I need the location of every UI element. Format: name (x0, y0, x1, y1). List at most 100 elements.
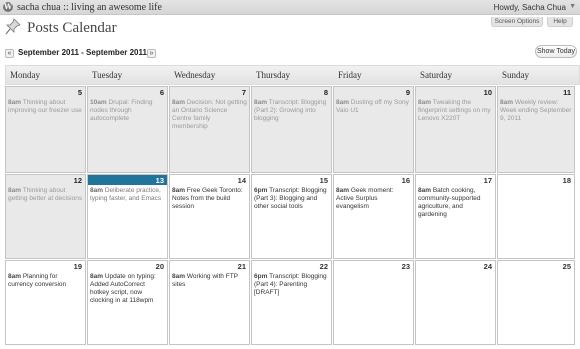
calendar-day-cell[interactable]: 5 8am Thinking about improving our freeze… (5, 86, 86, 173)
calendar-day-cell[interactable]: 17 8am Batch cooking, community-supported… (415, 174, 496, 259)
post-list: 6pm Transcript: Blogging (Part 4): Paren… (254, 273, 329, 298)
scheduled-post[interactable]: 8am Deliberate practice, typing faster, … (90, 187, 165, 203)
calendar-day-cell[interactable]: 20 8am Update on typing: Added AutoCorrec… (87, 260, 168, 345)
admin-bar: W sacha chua :: living an awesome life H… (0, 0, 580, 15)
day-number: 18 (562, 176, 571, 185)
post-list: 8am Thinking about improving our freezer… (8, 99, 83, 116)
day-number: 20 (155, 262, 164, 271)
post-time: 8am (90, 273, 104, 280)
chevron-down-icon[interactable]: ▼ (569, 3, 576, 10)
post-time: 8am (172, 187, 186, 194)
scheduled-post[interactable]: 8am Transcript: Blogging (Part 2): Growi… (254, 99, 329, 123)
howdy-user-menu[interactable]: Howdy, Sacha Chua (494, 3, 566, 12)
post-list: 8am Geek moment: Active Surplus evangeli… (336, 187, 411, 212)
post-time: 8am (8, 99, 22, 106)
scheduled-post[interactable]: 8am Batch cooking, community-supported a… (418, 187, 493, 219)
post-time: 8am (8, 187, 22, 194)
post-time: 8am (500, 99, 514, 106)
day-number: 13 (155, 176, 164, 185)
calendar-day-cell[interactable]: 24 (415, 260, 496, 345)
day-number: 21 (237, 262, 246, 271)
calendar-day-cell[interactable]: 25 (497, 260, 575, 345)
post-time: 8am (336, 187, 350, 194)
weekday-header: Friday (338, 70, 362, 80)
scheduled-post[interactable]: 8am Planning for currency conversion (8, 273, 83, 289)
post-list: 8am Planning for currency conversion (8, 273, 83, 290)
post-time: 8am (8, 273, 22, 280)
help-tab[interactable]: Help (547, 17, 573, 27)
post-list: 10am Drupal: Finding nodes through autoc… (90, 99, 165, 124)
calendar-day-cell[interactable]: 8 8am Transcript: Blogging (Part 2): Grow… (251, 86, 332, 173)
day-number: 7 (241, 88, 246, 97)
post-list: 6pm Transcript: Blogging (Part 3): Blogg… (254, 187, 329, 212)
date-range-label: September 2011 - September 2011 (18, 48, 147, 57)
scheduled-post[interactable]: 8am Geek moment: Active Surplus evangeli… (336, 187, 411, 211)
day-number: 5 (77, 88, 82, 97)
post-list: 8am Tweaking the fingerprint settings on… (418, 99, 493, 124)
day-number: 14 (237, 176, 246, 185)
scheduled-post[interactable]: 8am Tweaking the fingerprint settings on… (418, 99, 493, 123)
scheduled-post[interactable]: 8am Dusting off my Sony Vaio U1 (336, 99, 411, 115)
pin-icon (5, 18, 21, 35)
post-time: 8am (418, 187, 432, 194)
calendar-day-cell[interactable]: 12 8am Thinking about getting better at d… (5, 174, 86, 259)
day-number: 22 (319, 262, 328, 271)
calendar-day-cell[interactable]: 16 8am Geek moment: Active Surplus evange… (333, 174, 414, 259)
calendar-day-cell[interactable]: 6 10am Drupal: Finding nodes through auto… (87, 86, 168, 173)
day-number: 9 (405, 88, 410, 97)
site-name-link[interactable]: sacha chua :: living an awesome life (17, 2, 162, 13)
scheduled-post[interactable]: 8am Decision: Not getting an Ontario Sci… (172, 99, 247, 131)
post-list: 8am Thinking about getting better at dec… (8, 187, 83, 204)
scheduled-post[interactable]: 10am Drupal: Finding nodes through autoc… (90, 99, 165, 123)
day-number: 12 (73, 176, 82, 185)
day-number: 6 (159, 88, 164, 97)
weekday-header-row: Monday Tuesday Wednesday Thursday Friday… (5, 65, 580, 85)
screen-options-tab[interactable]: Screen Options (491, 17, 543, 27)
weekday-header: Sunday (502, 70, 529, 80)
post-list: 8am Weekly review: Week ending September… (500, 99, 572, 124)
day-number: 8 (323, 88, 328, 97)
post-list: 8am Dusting off my Sony Vaio U1 (336, 99, 411, 116)
calendar-day-cell[interactable]: 22 6pm Transcript: Blogging (Part 4): Par… (251, 260, 332, 345)
calendar-day-cell[interactable]: 23 (333, 260, 414, 345)
scheduled-post[interactable]: 8am Free Geek Toronto: Notes from the bu… (172, 187, 247, 211)
calendar-day-cell[interactable]: 9 8am Dusting off my Sony Vaio U1 (333, 86, 414, 173)
day-number: 10 (483, 88, 492, 97)
post-time: 8am (418, 99, 432, 106)
scheduled-post[interactable]: 6pm Transcript: Blogging (Part 3): Blogg… (254, 187, 329, 211)
post-list: 8am Working with FTP sites (172, 273, 247, 290)
calendar-day-cell[interactable]: 7 8am Decision: Not getting an Ontario Sc… (169, 86, 250, 173)
scheduled-post[interactable]: 8am Weekly review: Week ending September… (500, 99, 572, 123)
calendar-day-cell[interactable]: 19 8am Planning for currency conversion (5, 260, 86, 345)
scheduled-post[interactable]: 8am Thinking about improving our freezer… (8, 99, 83, 115)
next-week-button[interactable]: » (147, 49, 156, 58)
weekday-header: Saturday (420, 70, 452, 80)
calendar-day-cell[interactable]: 21 8am Working with FTP sites (169, 260, 250, 345)
weekday-header: Monday (10, 70, 40, 80)
post-list: 8am Transcript: Blogging (Part 2): Growi… (254, 99, 329, 124)
calendar-day-cell[interactable]: 13 8am Deliberate practice, typing faster… (87, 174, 168, 259)
post-time: 6pm (254, 273, 268, 280)
calendar-day-cell[interactable]: 18 (497, 174, 575, 259)
previous-week-button[interactable]: « (5, 49, 14, 58)
calendar-day-cell[interactable]: 15 6pm Transcript: Blogging (Part 3): Blo… (251, 174, 332, 259)
post-time: 8am (172, 273, 186, 280)
post-list: 8am Batch cooking, community-supported a… (418, 187, 493, 220)
post-time: 8am (172, 99, 186, 106)
calendar-day-cell[interactable]: 10 8am Tweaking the fingerprint settings … (415, 86, 496, 173)
wordpress-logo-icon[interactable]: W (3, 2, 13, 12)
calendar-day-cell[interactable]: 11 8am Weekly review: Week ending Septemb… (497, 86, 575, 173)
day-number: 11 (563, 88, 571, 97)
post-time: 8am (90, 187, 104, 194)
post-list: 8am Update on typing: Added AutoCorrect … (90, 273, 165, 306)
post-list: 8am Free Geek Toronto: Notes from the bu… (172, 187, 247, 212)
post-list: 8am Decision: Not getting an Ontario Sci… (172, 99, 247, 132)
scheduled-post[interactable]: 8am Thinking about getting better at dec… (8, 187, 83, 203)
scheduled-post[interactable]: 8am Working with FTP sites (172, 273, 247, 289)
scheduled-post[interactable]: 6pm Transcript: Blogging (Part 4): Paren… (254, 273, 329, 297)
post-time: 6pm (254, 187, 268, 194)
show-today-button[interactable]: Show Today (535, 45, 577, 58)
scheduled-post[interactable]: 8am Update on typing: Added AutoCorrect … (90, 273, 165, 305)
calendar-day-cell[interactable]: 14 8am Free Geek Toronto: Notes from the … (169, 174, 250, 259)
weekday-header: Wednesday (174, 70, 216, 80)
